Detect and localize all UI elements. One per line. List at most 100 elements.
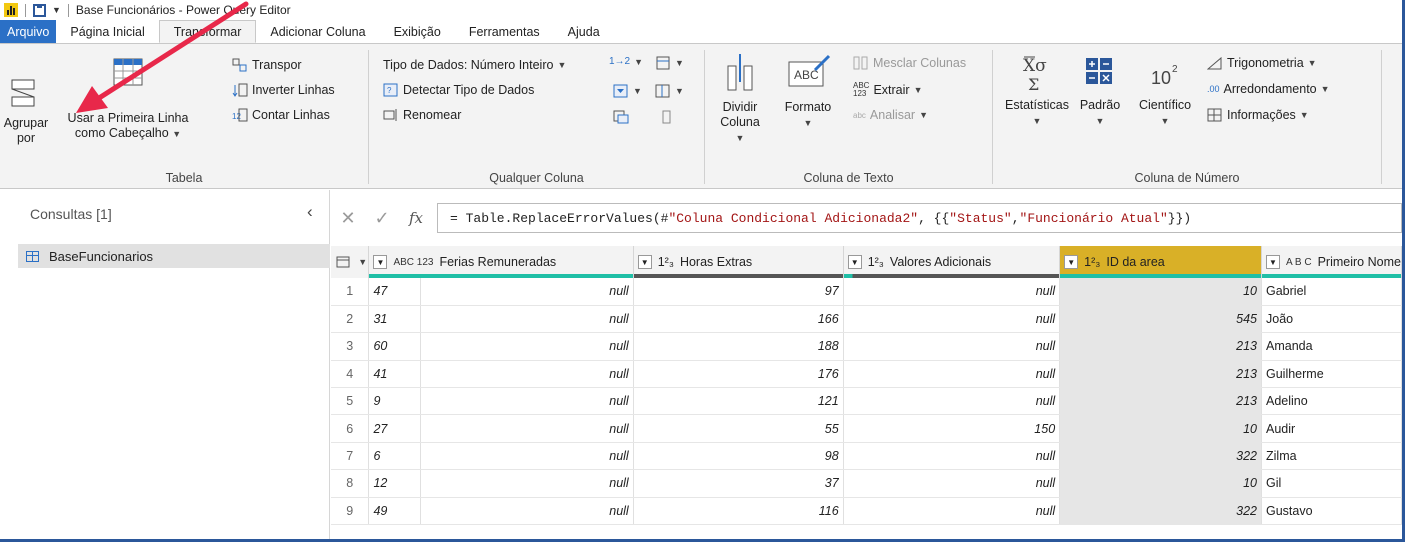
row-number[interactable]: 8	[331, 469, 370, 498]
dividir-coluna-button[interactable]: Dividir Coluna ▼	[715, 52, 765, 146]
formula-input[interactable]: = Table.ReplaceErrorValues(# "Coluna Cond…	[437, 203, 1402, 233]
cell-horas-extras[interactable]: 37	[633, 469, 844, 498]
cientifico-button[interactable]: 10 2 Científico ▼	[1125, 54, 1205, 129]
cell-id-da-area[interactable]: 10	[1059, 469, 1262, 498]
row-number[interactable]: 5	[331, 387, 370, 416]
tipo-de-dados-dropdown[interactable]: Tipo de Dados: Número Inteiro ▼	[383, 58, 566, 72]
cell-ferias-remuneradas[interactable]: null	[420, 305, 634, 334]
table-row[interactable]: 3 60 null 188 null 213 Amanda	[331, 332, 1402, 361]
commit-formula-icon[interactable]: ✓	[365, 208, 399, 229]
column-header-primeiro-nome[interactable]: ▼ A B C Primeiro Nome	[1261, 246, 1402, 278]
table-row[interactable]: 1 47 null 97 null 10 Gabriel	[331, 278, 1402, 306]
substituir-valores-button[interactable]: 1→2 ▼	[609, 56, 643, 67]
cell-ferias-value[interactable]: 47	[368, 278, 422, 306]
cell-id-da-area[interactable]: 322	[1059, 497, 1262, 526]
row-number[interactable]: 4	[331, 360, 370, 389]
converter-lista-button[interactable]	[659, 110, 675, 124]
usar-primeira-linha-button[interactable]: Usar a Primeira Linha como Cabeçalho ▼	[50, 48, 206, 142]
collapse-pane-icon[interactable]: ‹	[307, 202, 313, 222]
column-type-icon[interactable]: A B C	[1286, 257, 1312, 267]
cell-valores-adicionais[interactable]: null	[843, 442, 1061, 471]
quick-access-dropdown-icon[interactable]: ▼	[52, 5, 61, 15]
save-icon[interactable]	[33, 3, 46, 17]
tab-transformar[interactable]: Transformar	[158, 20, 257, 43]
cell-horas-extras[interactable]: 121	[633, 387, 844, 416]
column-header-horas-extras[interactable]: ▼ 1²₃ Horas Extras	[633, 246, 844, 278]
cell-ferias-value[interactable]: 31	[368, 305, 422, 334]
cancel-formula-icon[interactable]: ✕	[331, 208, 365, 229]
tab-arquivo[interactable]: Arquivo	[0, 20, 57, 43]
row-number[interactable]: 2	[331, 305, 370, 334]
cell-ferias-remuneradas[interactable]: null	[420, 442, 634, 471]
transpor-button[interactable]: Transpor	[232, 58, 302, 72]
tab-ferramentas[interactable]: Ferramentas	[455, 20, 554, 43]
mesclar-colunas-button[interactable]: Mesclar Colunas	[853, 56, 966, 70]
pivot-button[interactable]: ▼	[655, 84, 684, 98]
table-row[interactable]: 6 27 null 55 150 10 Audir	[331, 414, 1402, 443]
column-type-icon[interactable]: 1²₃	[1084, 255, 1100, 269]
cell-ferias-value[interactable]: 41	[368, 360, 422, 389]
cell-valores-adicionais[interactable]: 150	[843, 414, 1061, 443]
filter-dropdown-icon[interactable]: ▼	[637, 255, 652, 269]
cell-primeiro-nome[interactable]: João	[1261, 305, 1402, 334]
column-type-icon[interactable]: ABC 123	[393, 257, 433, 267]
filter-dropdown-icon[interactable]: ▼	[1064, 255, 1079, 269]
cell-ferias-value[interactable]: 6	[368, 442, 422, 471]
row-number[interactable]: 1	[331, 278, 370, 306]
row-number[interactable]: 9	[331, 497, 370, 526]
cell-valores-adicionais[interactable]: null	[843, 387, 1061, 416]
arredondamento-button[interactable]: .00 Arredondamento ▼	[1207, 82, 1330, 96]
padrao-button[interactable]: Padrão ▼	[1075, 54, 1125, 129]
cell-primeiro-nome[interactable]: Adelino	[1261, 387, 1402, 416]
detectar-tipo-button[interactable]: ? Detectar Tipo de Dados	[383, 83, 534, 97]
contar-linhas-button[interactable]: 12 Contar Linhas	[232, 108, 330, 122]
cell-valores-adicionais[interactable]: null	[843, 278, 1061, 306]
cell-ferias-value[interactable]: 49	[368, 497, 422, 526]
cell-ferias-value[interactable]: 27	[368, 414, 422, 443]
renomear-button[interactable]: Renomear	[383, 108, 461, 122]
cell-primeiro-nome[interactable]: Guilherme	[1261, 360, 1402, 389]
query-item-basefuncionarios[interactable]: BaseFuncionarios	[18, 244, 330, 268]
column-header-id-da-area[interactable]: ▼ 1²₃ ID da area	[1059, 246, 1262, 278]
filter-dropdown-icon[interactable]: ▼	[847, 255, 862, 269]
tab-exibicao[interactable]: Exibição	[380, 20, 455, 43]
cell-valores-adicionais[interactable]: null	[843, 497, 1061, 526]
row-number[interactable]: 3	[331, 332, 370, 361]
cell-horas-extras[interactable]: 166	[633, 305, 844, 334]
table-row[interactable]: 4 41 null 176 null 213 Guilherme	[331, 360, 1402, 389]
cell-primeiro-nome[interactable]: Gustavo	[1261, 497, 1402, 526]
cell-valores-adicionais[interactable]: null	[843, 305, 1061, 334]
cell-horas-extras[interactable]: 116	[633, 497, 844, 526]
table-row[interactable]: 2 31 null 166 null 545 João	[331, 305, 1402, 334]
tab-pagina-inicial[interactable]: Página Inicial	[56, 20, 158, 43]
cell-ferias-remuneradas[interactable]: null	[420, 387, 634, 416]
cell-valores-adicionais[interactable]: null	[843, 360, 1061, 389]
cell-ferias-remuneradas[interactable]: null	[420, 278, 634, 306]
fx-icon[interactable]: fx	[399, 209, 433, 227]
informacoes-button[interactable]: Informações ▼	[1207, 108, 1309, 122]
cell-primeiro-nome[interactable]: Zilma	[1261, 442, 1402, 471]
cell-primeiro-nome[interactable]: Audir	[1261, 414, 1402, 443]
column-type-icon[interactable]: 1²₃	[658, 255, 674, 269]
trigonometria-button[interactable]: Trigonometria ▼	[1206, 56, 1317, 70]
agrupar-por-button[interactable]: Agrupar por	[2, 76, 50, 146]
filter-dropdown-icon[interactable]: ▼	[373, 255, 388, 269]
cell-ferias-value[interactable]: 60	[368, 332, 422, 361]
cell-ferias-value[interactable]: 12	[368, 469, 422, 498]
row-number[interactable]: 6	[331, 414, 370, 443]
inverter-linhas-button[interactable]: Inverter Linhas	[232, 83, 335, 97]
cell-id-da-area[interactable]: 10	[1059, 414, 1262, 443]
cell-id-da-area[interactable]: 322	[1059, 442, 1262, 471]
analisar-button[interactable]: abc Analisar ▼	[853, 108, 928, 122]
tab-adicionar-coluna[interactable]: Adicionar Coluna	[256, 20, 379, 43]
cell-primeiro-nome[interactable]: Amanda	[1261, 332, 1402, 361]
cell-horas-extras[interactable]: 188	[633, 332, 844, 361]
mover-button[interactable]	[613, 110, 629, 124]
table-row[interactable]: 7 6 null 98 null 322 Zilma	[331, 442, 1402, 471]
cell-ferias-value[interactable]: 9	[368, 387, 422, 416]
cell-ferias-remuneradas[interactable]: null	[420, 469, 634, 498]
row-number[interactable]: 7	[331, 442, 370, 471]
cell-id-da-area[interactable]: 213	[1059, 387, 1262, 416]
table-row[interactable]: 5 9 null 121 null 213 Adelino	[331, 387, 1402, 416]
cell-horas-extras[interactable]: 55	[633, 414, 844, 443]
